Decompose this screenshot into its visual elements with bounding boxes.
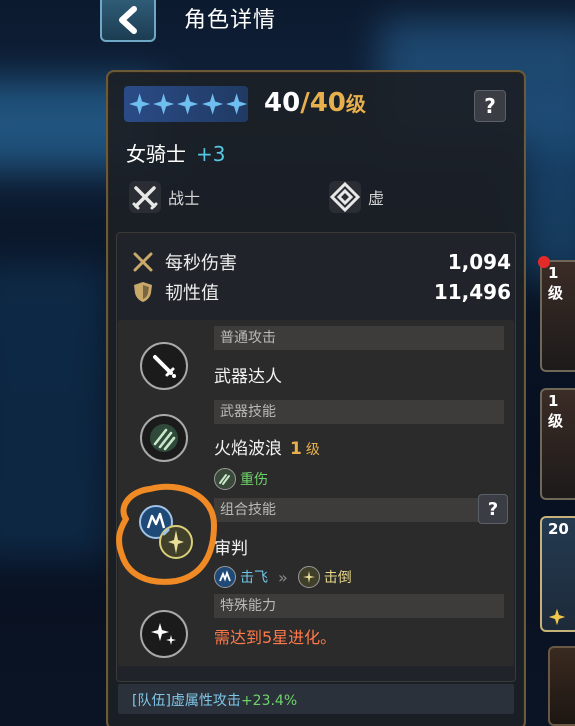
team-bonus-bar: [队伍]虚属性攻击+23.4% xyxy=(118,684,514,714)
help-button[interactable]: ? xyxy=(474,90,506,122)
special-ability-icon[interactable] xyxy=(140,610,188,658)
weapon-effect: 重伤 xyxy=(214,468,268,490)
skill-level-unit: 级 xyxy=(305,442,320,458)
effect-label: 重伤 xyxy=(240,472,268,488)
dps-stat-row: 每秒伤害 1,094 xyxy=(131,249,511,275)
sparkle-icon xyxy=(151,623,176,645)
combo-skill-icon-graphic xyxy=(139,505,193,559)
class-tag: 战士 xyxy=(128,180,200,214)
gold-star-icon xyxy=(548,608,566,626)
hero-plus-level: +3 xyxy=(196,142,226,166)
slash-wave-icon xyxy=(150,424,178,452)
warrior-class-icon xyxy=(129,181,161,213)
star-icon xyxy=(153,93,175,115)
team-bonus-label: [队伍]虚属性攻击 xyxy=(132,693,241,709)
knock-up-effect-icon xyxy=(214,566,236,588)
star-icon xyxy=(225,93,248,115)
skill-name: 审判 xyxy=(214,539,248,559)
back-button[interactable] xyxy=(100,0,156,42)
side-hero-card[interactable]: 20 xyxy=(540,516,575,632)
stat-value: 1,094 xyxy=(447,250,511,274)
skill-category: 武器技能 xyxy=(214,400,504,424)
side-hero-card[interactable]: 1 级 xyxy=(540,388,575,500)
star-icon xyxy=(177,93,199,115)
combo-help-button[interactable]: ? xyxy=(478,494,508,524)
effect-to-label: 击倒 xyxy=(323,570,352,586)
weapon-skill-icon[interactable] xyxy=(140,414,188,462)
effect-from-label: 击飞 xyxy=(240,570,268,586)
stat-label: 每秒伤害 xyxy=(165,253,237,274)
element-tag: 虚 xyxy=(328,180,384,214)
hero-name: 女骑士 xyxy=(126,142,186,166)
level-display: 40 / 40 级 xyxy=(264,88,366,118)
combo-effect-chain: 击飞 » 击倒 xyxy=(214,566,352,588)
knock-down-effect-icon xyxy=(297,566,320,588)
stat-label: 韧性值 xyxy=(165,283,219,304)
team-bonus: [队伍]虚属性攻击+23.4% xyxy=(132,690,297,710)
team-bonus-value: +23.4% xyxy=(240,693,298,709)
chain-arrow-icon: » xyxy=(278,567,288,587)
current-level: 40 xyxy=(264,88,301,118)
toughness-stat-row: 韧性值 11,496 xyxy=(131,279,511,305)
skill-level: 1 xyxy=(290,439,302,459)
page-title: 角色详情 xyxy=(184,8,277,33)
shield-icon xyxy=(134,282,152,302)
level-slash: / xyxy=(300,88,310,118)
hero-name-row: 女骑士 +3 xyxy=(126,138,225,167)
star-rating xyxy=(124,86,248,122)
side-hero-card[interactable]: 1 级 xyxy=(538,256,575,372)
sword-icon xyxy=(153,355,176,378)
side-hero-card[interactable] xyxy=(548,646,575,726)
star-icon xyxy=(128,93,151,115)
injury-effect-icon xyxy=(214,468,236,490)
crossed-swords-icon xyxy=(133,252,153,272)
void-element-icon xyxy=(329,181,361,213)
combo-skill-icon[interactable] xyxy=(134,500,198,564)
side-card-level: 20 xyxy=(548,520,569,538)
skill-name: 武器达人 xyxy=(214,367,282,387)
star-icon xyxy=(201,93,223,115)
skill-name-row: 火焰波浪 1 级 xyxy=(214,434,320,459)
skill-category: 特殊能力 xyxy=(214,594,504,618)
stat-value: 11,496 xyxy=(433,280,511,304)
level-unit: 级 xyxy=(345,92,366,116)
skill-category: 组合技能 xyxy=(214,498,504,522)
skill-name: 火焰波浪 xyxy=(214,439,282,459)
evolution-requirement: 需达到5星进化。 xyxy=(214,628,337,647)
side-card-level: 1 级 xyxy=(548,264,564,302)
element-label: 虚 xyxy=(368,189,385,208)
normal-attack-skill-icon[interactable] xyxy=(140,342,188,390)
skills-section: 普通攻击 武器达人 武器技能 火焰波浪 1 级 重伤 组合技能 ? 审判 击飞 … xyxy=(118,320,514,666)
side-card-level: 1 级 xyxy=(548,392,564,430)
max-level: 40 xyxy=(309,88,346,118)
chevron-left-icon xyxy=(119,6,137,34)
skill-category: 普通攻击 xyxy=(214,326,504,350)
class-label: 战士 xyxy=(168,189,201,208)
hero-detail-panel: 40 / 40 级 ? 女骑士 +3 战士 虚 每秒伤害 1,094 韧性值 1… xyxy=(106,70,526,726)
